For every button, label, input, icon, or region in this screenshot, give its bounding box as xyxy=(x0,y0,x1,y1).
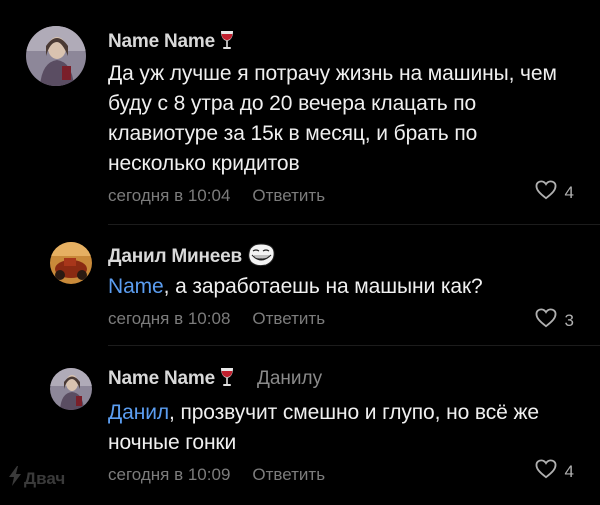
author-line: Данил Минеев xyxy=(108,242,576,272)
lightning-icon xyxy=(8,466,22,491)
author-line: Name Name xyxy=(108,29,576,55)
avatar[interactable] xyxy=(50,242,92,284)
wine-glass-icon xyxy=(219,29,235,56)
like-count: 4 xyxy=(564,182,574,202)
comment-meta: сегодня в 10:09 Ответить xyxy=(108,463,576,487)
comment-text-body: , прозвучит смешно и глупо, но всё же но… xyxy=(108,401,539,454)
avatar[interactable] xyxy=(50,368,92,410)
comment-time: сегодня в 10:04 xyxy=(108,186,231,205)
comment-time: сегодня в 10:08 xyxy=(108,309,231,328)
watermark: Двач xyxy=(8,466,65,491)
like-button[interactable]: 4 xyxy=(535,459,574,484)
divider xyxy=(108,224,600,225)
like-count: 4 xyxy=(564,461,574,481)
mention-link[interactable]: Name xyxy=(108,275,164,298)
heart-icon xyxy=(535,308,557,333)
like-button[interactable]: 3 xyxy=(535,308,574,333)
reply-button[interactable]: Ответить xyxy=(252,309,325,329)
avatar[interactable] xyxy=(26,26,86,86)
comment-text-body: , а заработаешь на машыни как? xyxy=(163,275,483,298)
heart-icon xyxy=(535,459,557,484)
reply-to-name[interactable]: Данилу xyxy=(257,368,322,390)
wine-glass-icon xyxy=(219,366,235,393)
watermark-text: Двач xyxy=(24,468,66,488)
comment-meta: сегодня в 10:04 Ответить xyxy=(108,184,576,208)
comment-text: Данил, прозвучит смешно и глупо, но всё … xyxy=(108,398,568,458)
like-button[interactable]: 4 xyxy=(535,180,574,205)
comment-text: Да уж лучше я потрачу жизнь на машины, ч… xyxy=(108,62,557,175)
trollface-icon xyxy=(246,242,276,272)
divider xyxy=(108,345,600,346)
like-count: 3 xyxy=(564,310,574,330)
reply-button[interactable]: Ответить xyxy=(252,465,325,485)
comments-screen: Name Name Да уж лучше я потрачу жизнь на… xyxy=(0,0,600,505)
author-name[interactable]: Name Name xyxy=(108,368,215,390)
reply-button[interactable]: Ответить xyxy=(252,186,325,206)
mention-link[interactable]: Данил xyxy=(108,401,169,424)
comment-time: сегодня в 10:09 xyxy=(108,465,231,484)
comment-text: Name, а заработаешь на машыни как? xyxy=(108,272,576,302)
author-name[interactable]: Name Name xyxy=(108,31,215,53)
heart-icon xyxy=(535,180,557,205)
author-line: Name Name Данилу xyxy=(108,366,576,392)
comment-meta: сегодня в 10:08 Ответить xyxy=(108,307,576,331)
author-name[interactable]: Данил Минеев xyxy=(108,246,242,268)
